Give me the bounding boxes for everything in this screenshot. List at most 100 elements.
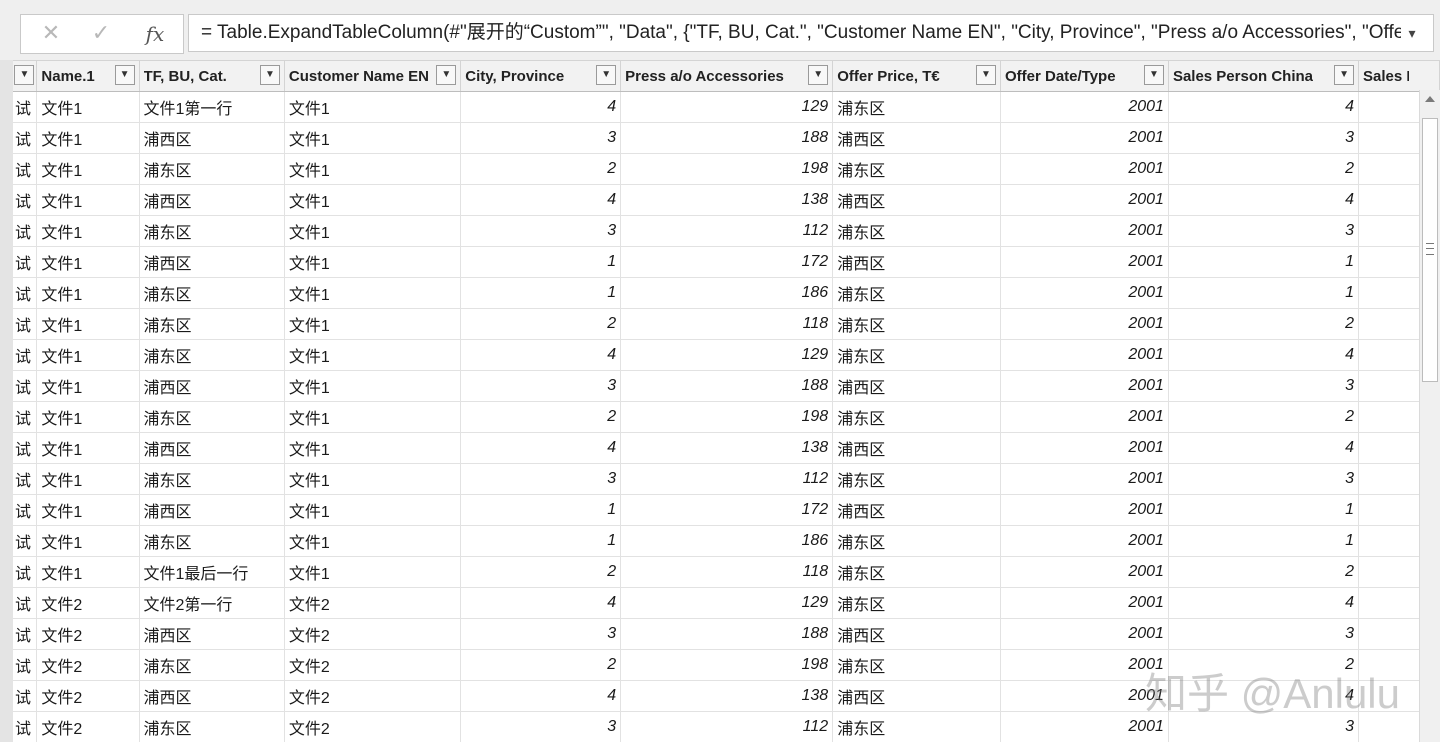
filter-dropdown-icon[interactable]: ▼	[808, 65, 829, 85]
table-row[interactable]: 试文件1 文件1第一行 文件1 4 129 浦东区 2001 4	[13, 91, 1440, 123]
table-cell[interactable]: 文件1最后一行	[139, 556, 285, 588]
table-cell[interactable]: 2	[1168, 556, 1360, 588]
table-cell[interactable]: 172	[620, 494, 834, 526]
table-cell[interactable]: 186	[620, 525, 834, 557]
table-cell[interactable]: 浦东区	[832, 215, 1001, 247]
table-cell[interactable]: 2	[1168, 153, 1360, 185]
table-cell[interactable]: 文件1	[284, 339, 462, 371]
table-cell[interactable]: 198	[620, 401, 834, 433]
formula-input[interactable]: = Table.ExpandTableColumn(#"展开的“Custom”"…	[188, 14, 1434, 52]
table-cell[interactable]: 文件1	[36, 184, 140, 216]
table-cell[interactable]: 文件1	[284, 432, 462, 464]
table-cell[interactable]: 129	[620, 339, 834, 371]
filter-dropdown-icon[interactable]: ▼	[114, 65, 135, 85]
table-cell[interactable]: 浦西区	[139, 680, 285, 712]
table-cell[interactable]: 文件1	[284, 277, 462, 309]
column-header-9[interactable]: Sales Pers	[1358, 60, 1440, 92]
table-cell[interactable]: 浦东区	[832, 649, 1001, 681]
table-cell[interactable]: 2001	[1000, 184, 1169, 216]
table-cell[interactable]: 118	[620, 556, 834, 588]
table-cell[interactable]: 188	[620, 618, 834, 650]
table-row[interactable]: 试文件1 文件1最后一行 文件1 2 118 浦东区 2001 2	[13, 556, 1440, 588]
filter-dropdown-icon[interactable]: ▼	[436, 65, 457, 85]
table-cell[interactable]: 浦东区	[832, 339, 1001, 371]
table-cell[interactable]: 浦西区	[832, 494, 1001, 526]
table-cell[interactable]: 文件1	[284, 401, 462, 433]
table-cell[interactable]: 浦西区	[139, 432, 285, 464]
table-cell[interactable]: 4	[1168, 184, 1360, 216]
table-cell[interactable]: 2	[1168, 401, 1360, 433]
cancel-icon[interactable]: ✕	[31, 15, 71, 53]
table-cell[interactable]: 112	[620, 215, 834, 247]
table-cell[interactable]: 文件1	[284, 91, 462, 123]
filter-dropdown-icon[interactable]: ▼	[596, 65, 617, 85]
table-row[interactable]: 试文件1 浦东区 文件1 1 186 浦东区 2001 1	[13, 525, 1440, 557]
table-cell[interactable]: 浦东区	[832, 587, 1001, 619]
table-cell[interactable]: 4	[460, 91, 622, 123]
table-cell[interactable]: 文件2	[284, 680, 462, 712]
table-cell[interactable]: 试	[13, 649, 38, 681]
table-row[interactable]: 试文件2 浦东区 文件2 3 112 浦东区 2001 3	[13, 711, 1440, 742]
table-cell[interactable]: 文件1	[36, 525, 140, 557]
column-header-2[interactable]: TF, BU, Cat. ▼	[139, 60, 285, 92]
table-cell[interactable]: 浦西区	[139, 494, 285, 526]
table-cell[interactable]: 试	[13, 339, 38, 371]
table-cell[interactable]: 3	[460, 711, 622, 742]
table-cell[interactable]: 文件1	[284, 525, 462, 557]
confirm-icon[interactable]: ✓	[79, 15, 123, 53]
vertical-scrollbar[interactable]	[1419, 90, 1440, 742]
table-cell[interactable]: 浦东区	[139, 215, 285, 247]
table-row[interactable]: 试文件1 浦西区 文件1 4 138 浦西区 2001 4	[13, 432, 1440, 464]
table-cell[interactable]: 试	[13, 184, 38, 216]
table-cell[interactable]: 浦东区	[139, 525, 285, 557]
table-row[interactable]: 试文件2 浦西区 文件2 4 138 浦西区 2001 4	[13, 680, 1440, 712]
table-cell[interactable]: 试	[13, 370, 38, 402]
table-row[interactable]: 试文件1 浦西区 文件1 1 172 浦西区 2001 1	[13, 494, 1440, 526]
table-cell[interactable]: 3	[460, 122, 622, 154]
table-cell[interactable]: 4	[460, 339, 622, 371]
table-cell[interactable]: 文件1	[284, 494, 462, 526]
table-row[interactable]: 试文件2 浦西区 文件2 3 188 浦西区 2001 3	[13, 618, 1440, 650]
column-header-1[interactable]: Name.1 ▼	[36, 60, 140, 92]
table-cell[interactable]: 2001	[1000, 91, 1169, 123]
table-row[interactable]: 试文件1 浦东区 文件1 2 198 浦东区 2001 2	[13, 153, 1440, 185]
table-cell[interactable]: 试	[13, 494, 38, 526]
filter-dropdown-icon[interactable]: ▼	[14, 65, 35, 85]
table-cell[interactable]: 文件1	[36, 91, 140, 123]
table-cell[interactable]: 浦东区	[139, 277, 285, 309]
table-row[interactable]: 试文件1 浦西区 文件1 3 188 浦西区 2001 3	[13, 122, 1440, 154]
table-cell[interactable]: 1	[1168, 246, 1360, 278]
table-cell[interactable]: 浦东区	[139, 401, 285, 433]
table-cell[interactable]: 文件1	[36, 246, 140, 278]
table-cell[interactable]: 2001	[1000, 525, 1169, 557]
table-cell[interactable]: 文件2	[36, 649, 140, 681]
table-cell[interactable]: 试	[13, 432, 38, 464]
table-cell[interactable]: 3	[460, 618, 622, 650]
table-cell[interactable]: 文件1	[284, 370, 462, 402]
table-cell[interactable]: 浦西区	[832, 246, 1001, 278]
table-cell[interactable]: 文件1	[36, 432, 140, 464]
insert-function-icon[interactable]: fx	[131, 15, 179, 53]
table-cell[interactable]: 浦东区	[139, 463, 285, 495]
table-cell[interactable]: 浦西区	[139, 370, 285, 402]
column-header-3[interactable]: Customer Name EN ▼	[284, 60, 462, 92]
table-cell[interactable]: 浦西区	[139, 246, 285, 278]
table-cell[interactable]: 浦西区	[832, 370, 1001, 402]
table-cell[interactable]: 2001	[1000, 339, 1169, 371]
table-cell[interactable]: 112	[620, 711, 834, 742]
table-cell[interactable]: 试	[13, 122, 38, 154]
table-cell[interactable]: 试	[13, 618, 38, 650]
table-cell[interactable]: 2001	[1000, 711, 1169, 742]
table-cell[interactable]: 文件1	[284, 246, 462, 278]
table-cell[interactable]: 文件1	[36, 215, 140, 247]
table-cell[interactable]: 188	[620, 122, 834, 154]
table-cell[interactable]: 文件2	[36, 618, 140, 650]
table-cell[interactable]: 2001	[1000, 153, 1169, 185]
column-header-4[interactable]: City, Province ▼	[460, 60, 622, 92]
table-cell[interactable]: 文件1	[36, 401, 140, 433]
table-row[interactable]: 试文件1 浦东区 文件1 3 112 浦东区 2001 3	[13, 215, 1440, 247]
table-cell[interactable]: 浦西区	[832, 618, 1001, 650]
table-cell[interactable]: 2	[460, 401, 622, 433]
table-cell[interactable]: 文件1	[284, 215, 462, 247]
table-cell[interactable]: 1	[1168, 525, 1360, 557]
